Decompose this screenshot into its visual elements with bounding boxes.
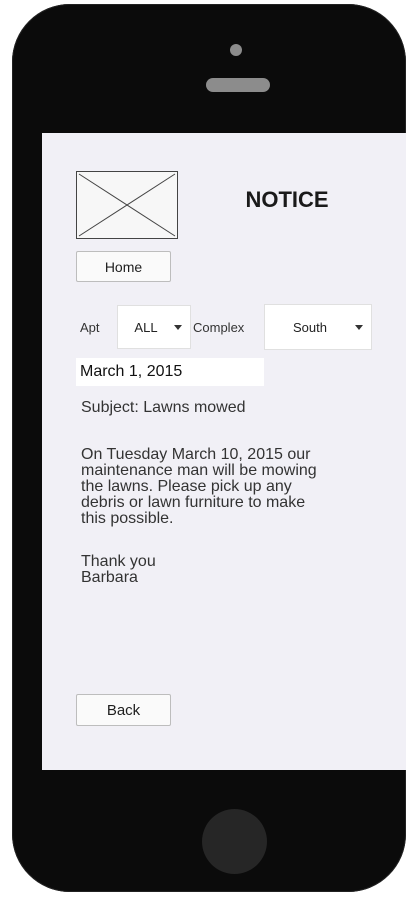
complex-select-value: South: [293, 319, 327, 335]
notice-subject: Subject: Lawns mowed: [81, 399, 246, 416]
complex-select[interactable]: South: [264, 304, 372, 350]
page-title: NOTICE: [245, 187, 329, 212]
notice-body-line: On Tuesday March 10, 2015 our: [81, 447, 311, 463]
complex-label: Complex: [193, 320, 245, 335]
camera-icon: [230, 44, 242, 56]
apt-label: Apt: [80, 320, 100, 335]
speaker-grille: [206, 78, 270, 92]
back-button[interactable]: Back: [76, 694, 171, 726]
notice-signoff: Thank you Barbara: [81, 554, 169, 594]
apt-select[interactable]: ALL: [117, 305, 191, 349]
app-screen: NOTICE Home Apt ALL Complex South Subjec…: [42, 133, 406, 770]
hardware-home-button[interactable]: [202, 809, 267, 874]
date-field[interactable]: [76, 358, 264, 386]
image-placeholder-icon: [76, 171, 178, 239]
notice-body-line: debris or lawn furniture to make: [81, 494, 306, 511]
chevron-down-icon: [174, 324, 182, 330]
notice-body-line: maintenance man will be mowing: [81, 462, 317, 479]
chevron-down-icon: [355, 324, 363, 330]
notice-body: On Tuesday March 10, 2015 our maintenanc…: [81, 447, 363, 541]
signoff-line: Thank you: [81, 554, 156, 570]
notice-body-line: this possible.: [81, 510, 174, 527]
home-button[interactable]: Home: [76, 251, 171, 282]
apt-select-value: ALL: [134, 319, 158, 335]
notice-body-line: the lawns. Please pick up any: [81, 478, 292, 495]
signoff-line: Barbara: [81, 569, 138, 586]
